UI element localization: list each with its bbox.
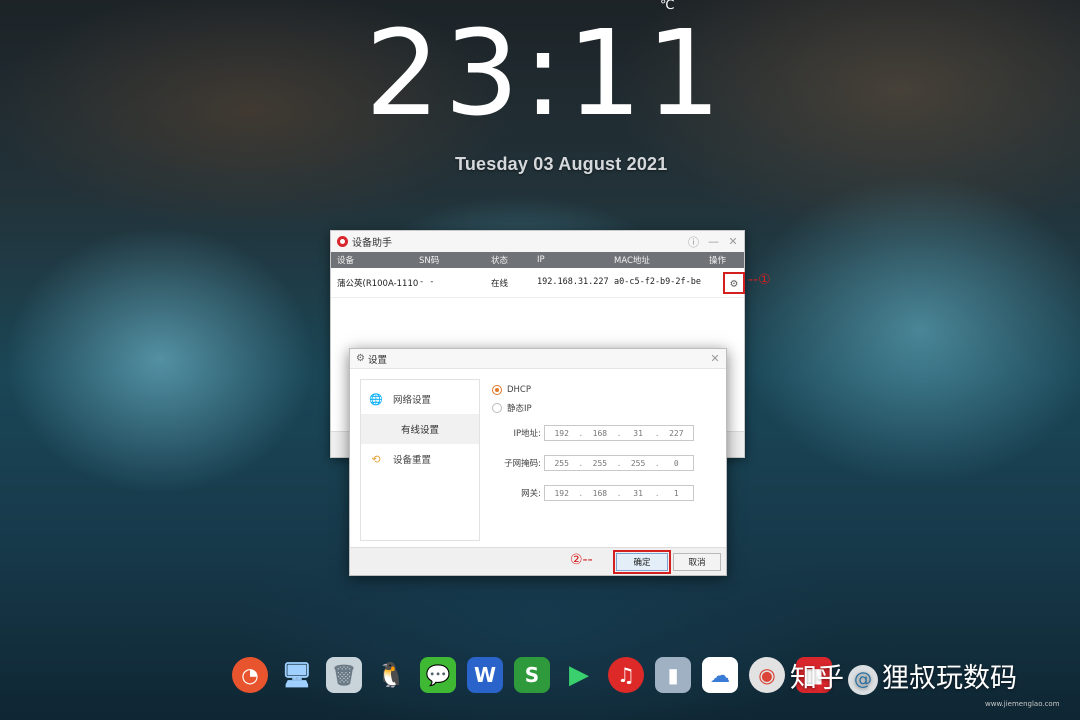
watermark-left: 知乎 [790,663,844,694]
nav-device-reset[interactable]: ⟲ 设备重置 [361,444,479,474]
dhcp-option[interactable]: DHCP [492,381,532,399]
ip-seg: 168 [592,428,608,438]
gateway-seg: 192 [554,488,569,498]
ip-address-row: IP地址: 192. 168. 31. 227 [492,425,694,441]
static-ip-option[interactable]: 静态IP [492,399,532,417]
gear-icon: ⚙ [356,353,365,364]
gateway-seg: 168 [592,488,608,498]
settings-footer: 确定 取消 [350,547,726,575]
baidu-netdisk-icon[interactable]: ☁ [702,657,738,693]
settings-gear-button[interactable]: ⚙ [723,272,745,294]
close-icon[interactable]: ✕ [710,352,720,365]
wps-sheet-icon[interactable]: S [514,657,550,693]
mask-seg: 0 [673,458,679,468]
wechat-icon[interactable]: 💬 [420,657,456,693]
gateway-seg: 31 [633,488,643,498]
mask-seg: 255 [592,458,608,468]
battery-tool-icon[interactable]: ▮ [655,657,691,693]
gateway-label: 网关: [521,489,541,499]
close-icon[interactable]: ✕ [728,235,738,248]
device-mac: a0-c5-f2-b9-2f-be [614,277,701,287]
dhcp-label: DHCP [507,385,531,395]
window-title: 设备助手 [352,238,392,249]
clock: 23:11 [365,4,726,142]
ip-address-input[interactable]: 192. 168. 31. 227 [544,425,694,441]
ip-seg: 31 [633,428,643,438]
device-status: 在线 [491,279,509,289]
static-ip-label: 静态IP [507,404,532,414]
reset-icon: ⟲ [371,452,381,466]
column-sn[interactable]: SN码 [419,254,439,266]
netease-music-icon[interactable]: ♫ [608,657,644,693]
nav-wired-settings[interactable]: 有线设置 [361,414,479,444]
table-row[interactable]: 蒲公英(R100A-1110 - - 在线 192.168.31.227 a0-… [331,268,745,298]
table-header: 设备 SN码 状态 IP MAC地址 操作 [331,252,744,268]
static-ip-radio[interactable] [492,403,502,413]
minimize-icon[interactable]: — [708,235,719,248]
settings-nav: 🌐 网络设置 有线设置 ⟲ 设备重置 [360,379,480,541]
device-ip: 192.168.31.227 [537,277,609,287]
column-device[interactable]: 设备 [337,254,354,266]
ip-address-label: IP地址: [513,429,542,439]
nav-wired-label: 有线设置 [400,425,439,436]
ip-seg: 192 [554,428,569,438]
watermark-right: 狸叔玩数码 [882,663,1017,694]
subnet-mask-row: 子网掩码: 255. 255. 255. 0 [492,455,694,471]
watermark: 知乎 @ 狸叔玩数码 [790,656,1017,695]
dock: ◔ 🖥 🗑 🐧 💬 W S ▶ ♫ ▮ ☁ ◉ ■ [232,652,843,698]
settings-title: 设置 [367,354,387,366]
at-icon: @ [848,664,878,695]
nav-network-settings[interactable]: 🌐 网络设置 [361,384,479,414]
settings-title-bar[interactable]: ⚙ 设置 ✕ [350,349,726,369]
info-icon[interactable]: ⓘ [688,234,699,250]
chrome-icon[interactable]: ◉ [749,657,785,693]
callout-2: ②-- [570,552,593,568]
dhcp-radio[interactable] [492,385,502,395]
network-form: DHCP 静态IP IP地址: 192. 168. 31. 227 子网掩码: … [492,381,694,501]
subnet-mask-input[interactable]: 255. 255. 255. 0 [544,455,694,471]
nav-network-label: 网络设置 [393,395,432,406]
nav-reset-label: 设备重置 [393,455,432,466]
column-action: 操作 [709,256,727,266]
date-label: Tuesday 03 August 2021 [455,154,668,174]
cancel-button[interactable]: 取消 [673,553,721,571]
gateway-seg: 1 [673,488,679,498]
watermark-url: www.jiemenglao.com [985,700,1060,708]
gear-icon: ⚙ [730,276,738,290]
settings-dialog: ⚙ 设置 ✕ 🌐 网络设置 有线设置 ⟲ 设备重置 DHCP 静态IP IP地址… [349,348,727,576]
computer-icon[interactable]: 🖥 [279,657,315,693]
title-bar[interactable]: 设备助手 ⓘ — ✕ [331,231,744,252]
qq-icon[interactable]: 🐧 [373,657,409,693]
recycle-bin-icon[interactable]: 🗑 [326,657,362,693]
column-status[interactable]: 状态 [491,254,508,266]
cloud-app-icon[interactable]: ◔ [232,657,268,693]
column-mac[interactable]: MAC地址 [614,254,650,266]
wps-writer-icon[interactable]: W [467,657,503,693]
callout-1: --① [748,272,771,288]
subnet-mask-label: 子网掩码: [504,459,541,469]
video-player-icon[interactable]: ▶ [561,657,597,693]
gateway-input[interactable]: 192. 168. 31. 1 [544,485,694,501]
gateway-row: 网关: 192. 168. 31. 1 [492,485,694,501]
app-logo-icon [337,236,348,247]
device-sn: - - [419,277,435,287]
device-name: 蒲公英(R100A-1110 [337,279,419,289]
ok-button[interactable]: 确定 [613,550,671,574]
mask-seg: 255 [554,458,569,468]
globe-icon: 🌐 [369,392,383,406]
ip-seg: 227 [669,428,684,438]
column-ip[interactable]: IP [537,255,545,265]
mask-seg: 255 [630,458,646,468]
